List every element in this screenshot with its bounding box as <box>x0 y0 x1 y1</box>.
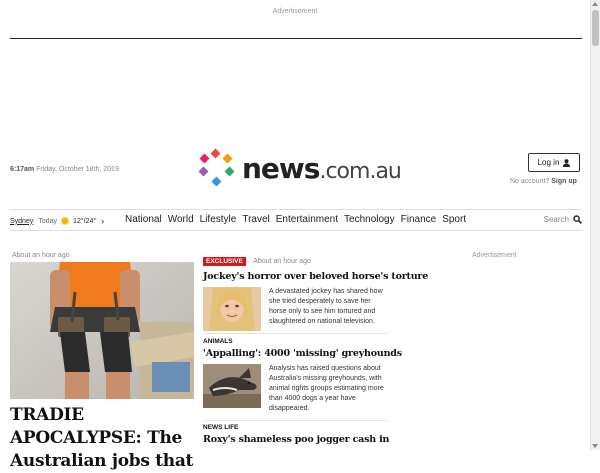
story-summary: A devastated jockey has shared how she t… <box>269 288 383 325</box>
nav-link-national[interactable]: National <box>125 214 162 225</box>
lead-story-time: About an hour ago <box>12 252 70 259</box>
nav-link-finance[interactable]: Finance <box>401 214 437 225</box>
header-time: 6:17am <box>10 166 35 173</box>
scroll-down-icon[interactable] <box>592 444 598 448</box>
logo-wordmark: news.com.au <box>242 152 402 185</box>
scroll-thumb[interactable] <box>592 10 599 46</box>
header-date: Friday, October 18th, 2019 <box>36 166 119 173</box>
login-label: Log in <box>537 158 560 167</box>
nav-links: National World Lifestyle Travel Entertai… <box>125 214 472 225</box>
logo-dots-icon <box>198 148 235 187</box>
nav-link-sport[interactable]: Sport <box>442 214 466 225</box>
story-summary: Analysis has raised questions about Aust… <box>269 365 384 412</box>
search-icon[interactable] <box>573 215 582 224</box>
logo-tld: .com.au <box>319 159 401 184</box>
right-ad-label: Advertisement <box>472 252 517 259</box>
story-divider <box>203 420 389 421</box>
nav-link-travel[interactable]: Travel <box>242 214 269 225</box>
login-button[interactable]: Log in <box>528 153 580 172</box>
nav-search[interactable]: Search <box>544 215 582 224</box>
story-title[interactable]: Roxy's shameless poo jogger cash in <box>203 434 389 445</box>
sun-icon <box>62 218 69 224</box>
story-kicker[interactable]: NEWS LIFE <box>203 424 389 431</box>
weather-day: Today <box>38 217 58 225</box>
nav-link-technology[interactable]: Technology <box>344 214 395 225</box>
search-label: Search <box>543 215 569 224</box>
user-icon <box>563 158 571 167</box>
story-title[interactable]: 'Appalling': 4000 'missing' greyhounds <box>203 348 402 359</box>
nav-link-entertainment[interactable]: Entertainment <box>276 214 338 225</box>
story-card[interactable]: ANIMALS 'Appalling': 4000 'missing' grey… <box>203 338 402 414</box>
no-account-prompt: No account? Sign up <box>510 178 577 185</box>
top-ad-label: Advertisement <box>272 8 318 15</box>
story-thumbnail[interactable] <box>203 364 261 408</box>
scroll-up-icon[interactable] <box>592 2 598 6</box>
story-card[interactable]: NEWS LIFE Roxy's shameless poo jogger ca… <box>203 424 389 445</box>
no-account-text: No account? <box>510 178 550 185</box>
weather-city[interactable]: Sydney <box>10 218 33 225</box>
story-divider <box>203 333 389 334</box>
exclusive-badge: EXCLUSIVE <box>203 257 246 266</box>
nav-link-world[interactable]: World <box>168 214 194 225</box>
story-kicker[interactable]: ANIMALS <box>203 338 389 345</box>
lead-story-image[interactable] <box>10 262 194 399</box>
nav-link-lifestyle[interactable]: Lifestyle <box>200 214 237 225</box>
signup-link[interactable]: Sign up <box>551 178 577 185</box>
story-title[interactable]: Jockey's horror over beloved horse's tor… <box>203 271 428 282</box>
story-thumbnail[interactable] <box>203 287 261 331</box>
lead-story-headline[interactable]: TRADIE APOCALYPSE: The Australian jobs t… <box>10 404 196 473</box>
logo-main: news <box>242 152 320 185</box>
ad-divider <box>10 38 582 39</box>
weather-widget[interactable]: Sydney Today 12°/24° › <box>10 216 104 226</box>
story-time: About an hour ago <box>253 258 311 265</box>
weather-temps: 12°/24° <box>73 217 97 225</box>
story-card[interactable]: EXCLUSIVE About an hour ago Jockey's hor… <box>203 250 428 331</box>
header-datetime: 6:17am Friday, October 18th, 2019 <box>10 166 119 173</box>
chevron-right-icon[interactable]: › <box>101 216 104 226</box>
scrollbar[interactable] <box>590 0 600 450</box>
main-nav: Sydney Today 12°/24° › National World Li… <box>10 209 582 231</box>
